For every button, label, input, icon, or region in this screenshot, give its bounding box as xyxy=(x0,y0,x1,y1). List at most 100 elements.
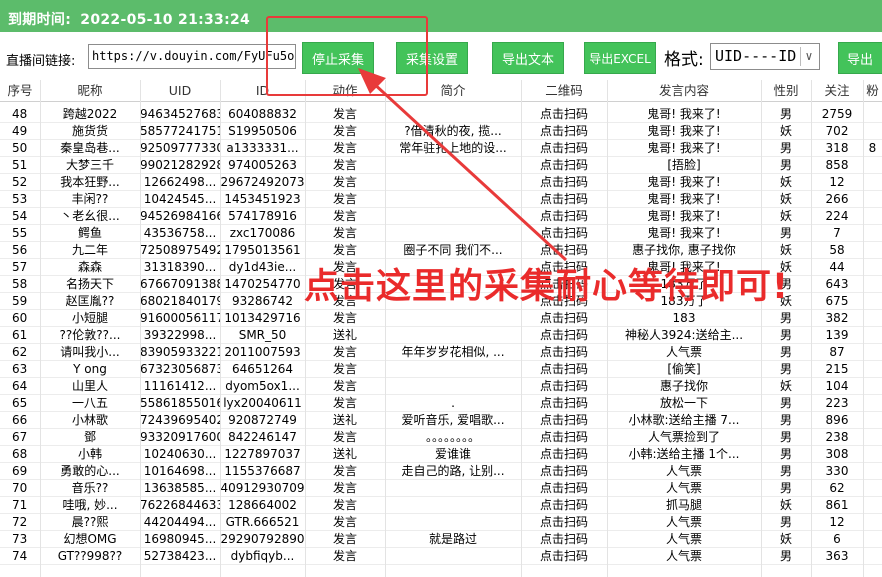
cell-gender: 男 xyxy=(779,481,792,495)
cell-qrcode[interactable]: 点击扫码 xyxy=(521,310,607,327)
cell-qrcode[interactable]: 点击扫码 xyxy=(521,361,607,378)
table-row[interactable]: 63 Y ong 67323056873 64651264 发言 点击扫码 [偷笑] 男 215 xyxy=(0,361,882,378)
cell-seq: 74 xyxy=(12,549,28,563)
cell-qrcode[interactable]: 点击扫码 xyxy=(521,225,607,242)
table-row[interactable]: 48 跨越2022 94634527683 604088832 发言 点击扫码 鬼哥! 我来… xyxy=(0,106,882,123)
column-header-qrcode[interactable]: 二维码 xyxy=(521,80,607,102)
table-row[interactable]: 67 鄧 93320917600 842246147 发言 。。。。。。。。 点击扫码 人气票… xyxy=(0,429,882,446)
export-text-button[interactable]: 导出文本 xyxy=(492,42,564,74)
cell-seq: 63 xyxy=(12,362,28,376)
cell-fans xyxy=(863,497,882,514)
table-row[interactable]: 60 小短腿 91600056117 1013429716 发言 点击扫码 183 男 382 xyxy=(0,310,882,327)
cell-uid: 43536758... xyxy=(143,226,217,240)
cell-message: 鬼哥! 我来了! xyxy=(647,141,721,155)
cell-nickname: 跨越2022 xyxy=(62,107,118,121)
cell-bio xyxy=(385,174,521,191)
table-row[interactable]: 72 晨??熙 44204494... GTR.666521 发言 点击扫码 人气票 男 12 xyxy=(0,514,882,531)
chevron-down-icon[interactable]: ∨ xyxy=(800,47,817,66)
cell-seq: 59 xyxy=(12,294,28,308)
export-more-button[interactable]: 导出 xyxy=(838,42,882,74)
cell-nickname: 丶老幺很... xyxy=(60,209,120,223)
table-row[interactable]: 56 九二年 72508975492 1795013561 发言 圈子不同 我们不... 点… xyxy=(0,242,882,259)
cell-id: lyx20040611 xyxy=(223,396,302,410)
cell-nickname: GT??998?? xyxy=(57,549,123,563)
cell-fans xyxy=(863,157,882,174)
cell-qrcode[interactable]: 点击扫码 xyxy=(521,191,607,208)
table-row[interactable]: 54 丶老幺很... 94526984166 574178916 发言 点击扫码 鬼哥! 我… xyxy=(0,208,882,225)
cell-nickname: 施货货 xyxy=(71,124,108,138)
cell-qrcode[interactable]: 点击扫码 xyxy=(521,157,607,174)
cell-gender: 男 xyxy=(779,413,792,427)
table-row[interactable]: 50 秦皇岛巷... 92509777330 a1333331... 发言 常年驻扎上地的… xyxy=(0,140,882,157)
table-row[interactable]: 52 我本狂野... 12662498... 29672492073 发言 点击扫码 鬼哥!… xyxy=(0,174,882,191)
cell-qrcode[interactable]: 点击扫码 xyxy=(521,395,607,412)
table-row[interactable]: 73 幻想OMG 16980945... 29290792890 发言 就是路过 点击扫码 人… xyxy=(0,531,882,548)
cell-follow: 87 xyxy=(829,345,845,359)
cell-qrcode[interactable]: 点击扫码 xyxy=(521,463,607,480)
table-row[interactable]: 69 勇敢的心... 10164698... 1155376687 发言 走自己的路, 让… xyxy=(0,463,882,480)
format-select[interactable]: UID----ID ∨ xyxy=(710,43,820,70)
column-header-message[interactable]: 发言内容 xyxy=(607,80,761,102)
cell-qrcode[interactable]: 点击扫码 xyxy=(521,412,607,429)
cell-qrcode[interactable]: 点击扫码 xyxy=(521,446,607,463)
cell-qrcode[interactable]: 点击扫码 xyxy=(521,242,607,259)
column-header-follow[interactable]: 关注 xyxy=(811,80,863,102)
column-header-seq[interactable]: 序号 xyxy=(0,80,40,102)
cell-id: S19950506 xyxy=(228,124,297,138)
cell-bio xyxy=(385,480,521,497)
table-row[interactable]: 62 请叫我小... 83905933221 2011007593 发言 年年岁岁花相似,… xyxy=(0,344,882,361)
table-row[interactable]: 68 小韩 10240630... 1227897037 送礼 爱谁谁 点击扫码 小韩:送给主… xyxy=(0,446,882,463)
cell-qrcode[interactable]: 点击扫码 xyxy=(521,140,607,157)
cell-id: 1795013561 xyxy=(224,243,301,257)
cell-message: 鬼哥! 我来了! xyxy=(647,107,721,121)
table-row[interactable]: 55 鳄鱼 43536758... zxc170086 发言 点击扫码 鬼哥! 我来了! 男 7 xyxy=(0,225,882,242)
cell-follow: 12 xyxy=(829,175,845,189)
data-table[interactable]: 序号 昵称 UID ID 动作 简介 二维码 发言内容 性别 关注粉 48 跨越2022 946345… xyxy=(0,80,882,577)
cell-qrcode[interactable]: 点击扫码 xyxy=(521,497,607,514)
table-row[interactable]: 53 丰闲?? 10424545... 1453451923 发言 点击扫码 鬼哥! 我来了… xyxy=(0,191,882,208)
column-header-nickname[interactable]: 昵称 xyxy=(40,80,140,102)
cell-qrcode[interactable]: 点击扫码 xyxy=(521,514,607,531)
table-row[interactable]: 70 音乐?? 13638585... 40912930709 发言 点击扫码 人气票 男 62 xyxy=(0,480,882,497)
cell-id: 29672492073 xyxy=(220,175,305,189)
cell-qrcode[interactable]: 点击扫码 xyxy=(521,480,607,497)
cell-qrcode[interactable]: 点击扫码 xyxy=(521,174,607,191)
cell-id: 2011007593 xyxy=(224,345,301,359)
table-row[interactable]: 65 一八五 55861855016 lyx20040611 发言. 点击扫码 放松一下 男 2… xyxy=(0,395,882,412)
cell-uid: 10164698... xyxy=(143,464,217,478)
cell-message: 鬼哥! 我来了! xyxy=(647,124,721,138)
cell-qrcode[interactable]: 点击扫码 xyxy=(521,344,607,361)
cell-id: dyom5ox1... xyxy=(225,379,300,393)
cell-bio xyxy=(385,157,521,174)
cell-qrcode[interactable]: 点击扫码 xyxy=(521,429,607,446)
cell-bio: 常年驻扎上地的设... xyxy=(399,141,507,155)
cell-uid: 67667091388 xyxy=(140,277,220,291)
cell-qrcode[interactable]: 点击扫码 xyxy=(521,208,607,225)
cell-bio: . xyxy=(451,396,455,410)
table-row[interactable]: 49 施货货 58577241751 S19950506 发言 ?借清秋的夜, 揽... 点… xyxy=(0,123,882,140)
cell-qrcode[interactable]: 点击扫码 xyxy=(521,378,607,395)
cell-message: 183 xyxy=(672,311,696,325)
cell-nickname: 音乐?? xyxy=(71,481,109,495)
cell-action: 发言 xyxy=(332,532,357,546)
cell-qrcode[interactable]: 点击扫码 xyxy=(521,531,607,548)
table-row[interactable]: 64 山里人 11161412... dyom5ox1... 发言 点击扫码 惠子找你 妖 10… xyxy=(0,378,882,395)
cell-nickname: 鳄鱼 xyxy=(77,226,102,240)
export-excel-button[interactable]: 导出EXCEL xyxy=(584,42,656,74)
cell-qrcode[interactable]: 点击扫码 xyxy=(521,106,607,123)
column-header-gender[interactable]: 性别 xyxy=(761,80,811,102)
url-input[interactable]: https://v.douyin.com/FyUFu5o/ xyxy=(88,44,296,69)
column-header-fans[interactable]: 粉 xyxy=(863,80,882,102)
cell-qrcode[interactable]: 点击扫码 xyxy=(521,327,607,344)
table-row[interactable]: 51 大梦三千 99021282928 974005263 发言 点击扫码 [捂脸] 男 858 xyxy=(0,157,882,174)
table-row[interactable]: 61 ??伦敦??... 39322998... SMR_50 送礼 点击扫码 神秘人392… xyxy=(0,327,882,344)
cell-qrcode[interactable]: 点击扫码 xyxy=(521,548,607,565)
cell-qrcode[interactable]: 点击扫码 xyxy=(521,123,607,140)
cell-bio xyxy=(385,514,521,531)
table-row[interactable]: 74 GT??998?? 52738423... dybfiqyb... 发言 点击扫码 人… xyxy=(0,548,882,565)
cell-gender: 男 xyxy=(779,328,792,342)
table-row[interactable]: 66 小林歌 72439695402 920872749 送礼 爱听音乐, 爱唱歌... 点… xyxy=(0,412,882,429)
column-header-uid[interactable]: UID xyxy=(140,80,220,102)
cell-uid: 31318390... xyxy=(143,260,217,274)
table-row[interactable]: 71 哇哦, 妙... 76226844633 128664002 发言 点击扫码 抓马腿 妖… xyxy=(0,497,882,514)
